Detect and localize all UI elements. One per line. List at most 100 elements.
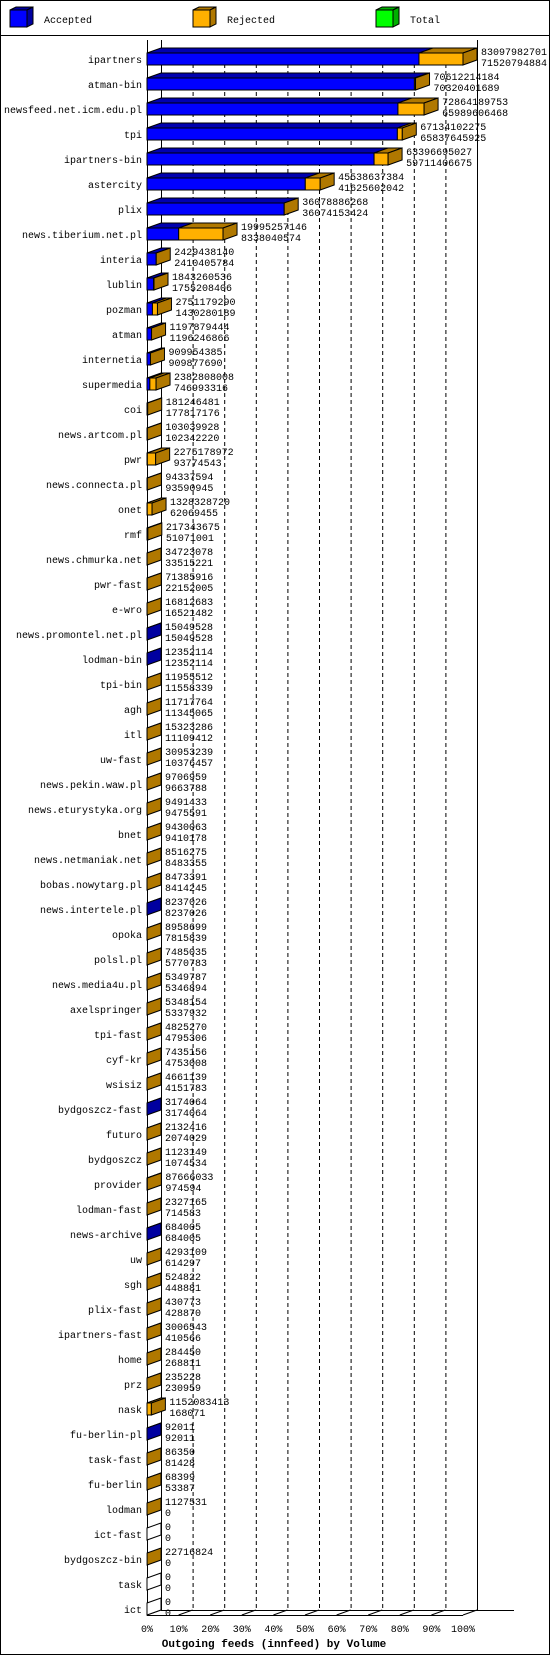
- bar-accepted: [146, 277, 155, 291]
- x-tick-label: 50%: [296, 1625, 314, 1636]
- legend-swatch: [375, 9, 394, 28]
- value-accepted: 93774543: [174, 459, 222, 470]
- row-label: news.intertele.pl: [40, 905, 142, 917]
- x-tick-label: 60%: [328, 1625, 346, 1636]
- row-label: polsl.pl: [94, 955, 142, 967]
- value-offered: 430773: [165, 1298, 201, 1309]
- row-label: supermedia: [82, 380, 142, 392]
- row-label: rmf: [124, 530, 142, 542]
- value-accepted: 53387: [165, 1484, 195, 1495]
- value-offered: 9430063: [165, 823, 207, 834]
- row-label: tpi: [124, 130, 142, 142]
- value-offered: 684005: [165, 1223, 201, 1234]
- bar-accepted: [146, 52, 420, 66]
- row-label: axelspringer: [70, 1005, 142, 1017]
- value-offered: 7435156: [165, 1048, 207, 1059]
- row-label: itl: [124, 730, 142, 742]
- value-offered: 19995257146: [241, 223, 307, 234]
- value-accepted: 1074534: [165, 1159, 207, 1170]
- value-offered: 2751179290: [175, 298, 235, 309]
- x-tick-label: 30%: [233, 1625, 251, 1636]
- value-offered: 2429438140: [174, 248, 234, 259]
- value-accepted: 11558339: [165, 684, 213, 695]
- value-accepted: 62069455: [170, 509, 218, 520]
- bar-rejected: [146, 502, 153, 516]
- value-accepted: 746993316: [174, 384, 228, 395]
- value-accepted: 3174064: [165, 1109, 207, 1120]
- value-accepted: 8338040574: [241, 234, 301, 245]
- row-label: bydgoszcz-fast: [58, 1105, 142, 1117]
- row-label: lodman: [106, 1505, 142, 1517]
- bar-accepted-top: [146, 197, 299, 204]
- row-label: agh: [124, 705, 142, 717]
- value-offered: 63396695027: [406, 148, 472, 159]
- value-accepted: 410566: [165, 1334, 201, 1345]
- value-accepted: 9663788: [165, 784, 207, 795]
- value-accepted: 5337932: [165, 1009, 207, 1020]
- value-offered: 524822: [165, 1273, 201, 1284]
- row-label: bydgoszcz-bin: [64, 1555, 142, 1567]
- bar-rejected: [151, 302, 158, 316]
- bar-accepted: [146, 202, 285, 216]
- x-tick-label: 100%: [451, 1625, 475, 1636]
- row-label: fu-berlin: [88, 1480, 142, 1492]
- row-label: news.netmaniak.net: [34, 855, 142, 867]
- value-offered: 34723078: [165, 548, 213, 559]
- value-accepted: 8237026: [165, 909, 207, 920]
- value-offered: 5349787: [165, 973, 207, 984]
- value-offered: 36078886268: [302, 198, 368, 209]
- value-accepted: 614297: [165, 1259, 201, 1270]
- value-offered: 3174064: [165, 1098, 207, 1109]
- value-accepted: 230959: [165, 1384, 201, 1395]
- value-accepted: 16521482: [165, 609, 213, 620]
- value-accepted: 22152005: [165, 584, 213, 595]
- row-label: wsisiz: [106, 1080, 142, 1092]
- row-label: task: [118, 1580, 142, 1592]
- legend-swatch: [9, 9, 28, 28]
- value-offered: 92011: [165, 1423, 195, 1434]
- value-accepted: 684005: [165, 1234, 201, 1245]
- bar-rejected: [178, 227, 224, 241]
- value-offered: 15049528: [165, 623, 213, 634]
- value-offered: 181246481: [166, 398, 220, 409]
- row-label: news.media4u.pl: [52, 980, 142, 992]
- value-offered: 11955512: [165, 673, 213, 684]
- value-offered: 72864189753: [442, 98, 508, 109]
- value-accepted: 8483355: [165, 859, 207, 870]
- bar-accepted: [146, 252, 157, 266]
- value-accepted: 177817176: [166, 409, 220, 420]
- value-offered: 9706959: [165, 773, 207, 784]
- row-label: atman-bin: [88, 80, 142, 92]
- value-accepted: 2074029: [165, 1134, 207, 1145]
- value-offered: 1152083413: [169, 1398, 229, 1409]
- row-label: astercity: [88, 180, 142, 192]
- row-label: bnet: [118, 830, 142, 842]
- value-accepted: 65989606468: [442, 109, 508, 120]
- row-label: newsfeed.net.icm.edu.pl: [4, 105, 142, 117]
- value-accepted: 92011: [165, 1434, 195, 1445]
- value-offered: 284450: [165, 1348, 201, 1359]
- value-offered: 68399: [165, 1473, 195, 1484]
- value-accepted: 4795306: [165, 1034, 207, 1045]
- row-label: plix: [118, 205, 142, 217]
- row-label: onet: [118, 506, 142, 517]
- value-offered: 11717764: [165, 698, 213, 709]
- bar-rejected: [396, 127, 403, 141]
- value-accepted: 1196246866: [170, 334, 230, 345]
- value-offered: 22716824: [165, 1548, 213, 1559]
- value-offered: 235228: [165, 1373, 201, 1384]
- value-accepted: 11345065: [165, 709, 213, 720]
- row-label: pwr: [124, 456, 142, 467]
- value-offered: 30953239: [165, 748, 213, 759]
- value-accepted: 714583: [165, 1209, 201, 1220]
- row-label: fu-berlin-pl: [70, 1430, 142, 1442]
- row-label: news.connecta.pl: [46, 480, 142, 492]
- value-accepted: 7815839: [165, 934, 207, 945]
- value-offered: 8473391: [165, 873, 207, 884]
- value-accepted: 9475591: [165, 809, 207, 820]
- row-label: ipartners-bin: [64, 155, 142, 167]
- x-tick-label: 40%: [264, 1625, 282, 1636]
- value-offered: 217343675: [166, 523, 220, 534]
- row-label: lublin: [106, 280, 142, 292]
- value-offered: 15323286: [165, 723, 213, 734]
